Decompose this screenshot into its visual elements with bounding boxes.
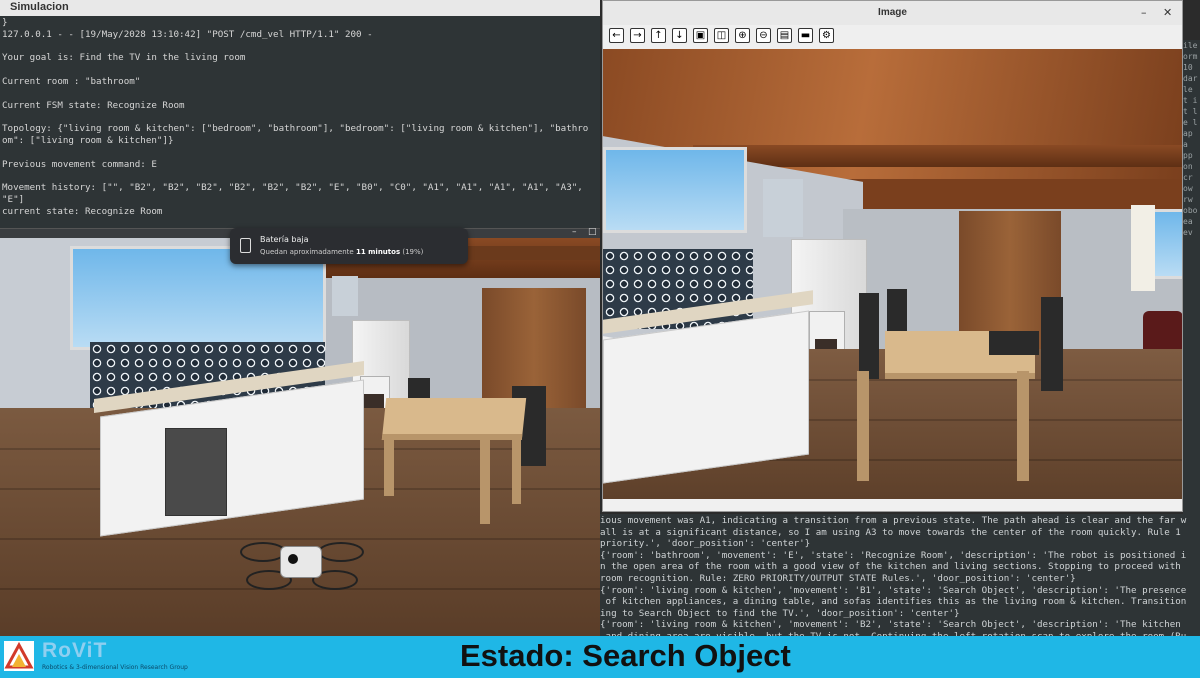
log-line: all is at a significant distance, so I a… — [600, 526, 1181, 538]
drone-robot — [240, 528, 364, 598]
zoom-out-icon[interactable]: ⊖ — [756, 28, 771, 43]
terminal-line: Previous movement command: E — [2, 158, 157, 170]
forward-arrow-icon[interactable]: → — [630, 28, 645, 43]
back-arrow-icon[interactable]: ← — [609, 28, 624, 43]
save-as-icon[interactable]: ▤ — [777, 28, 792, 43]
camera-image-view — [603, 49, 1182, 499]
edge-terminal-line: 10 — [1183, 63, 1193, 72]
up-arrow-icon[interactable]: ↑ — [651, 28, 666, 43]
edge-terminal-line: a — [1183, 140, 1188, 149]
log-line: priority.', 'door_position': 'center'} — [600, 538, 811, 550]
notification-title: Batería baja — [260, 235, 309, 244]
edge-terminal-line: ev — [1183, 228, 1193, 237]
edge-terminal-line: dar — [1183, 74, 1198, 83]
window-title: Image — [878, 7, 907, 18]
logo-name: RoViT — [42, 639, 108, 662]
rovit-logo-icon — [4, 641, 34, 671]
edge-terminal-line: le — [1183, 85, 1193, 94]
minimize-icon[interactable]: – — [572, 227, 577, 237]
terminal-output[interactable]: } 127.0.0.1 - - [19/May/2028 13:10:42] "P… — [0, 16, 600, 228]
simulacion-titlebar[interactable]: Simulacion — [0, 0, 600, 17]
log-line: ious movement was A1, indicating a trans… — [600, 515, 1187, 526]
terminal-line: current state: Recognize Room — [2, 205, 163, 217]
image-window: Image – ✕ ← → ↑ ↓ ▣ ◫ ⊕ ⊖ ▤ ▬ ⚙ — [602, 0, 1183, 512]
simulation-3d-view — [0, 238, 600, 636]
logo-subtitle: Robotics & 3-dimensional Vision Research… — [42, 664, 188, 671]
minimize-icon[interactable]: – — [1141, 6, 1147, 19]
background-terminal-edge: ile orm 10 dar le t i t l e l ap a pp on cr ow rw obo ea… — [1183, 40, 1200, 514]
settings-icon[interactable]: ⚙ — [819, 28, 834, 43]
edge-terminal-line: cr — [1183, 173, 1193, 182]
battery-notification[interactable]: Batería baja Quedan aproximadamente 11 m… — [230, 228, 468, 264]
edge-terminal-line: ow — [1183, 184, 1193, 193]
log-line: room recognition. Rule: ZERO PRIORITY/OU… — [600, 573, 1076, 584]
state-label: Estado: Search Object — [460, 638, 791, 673]
image-toolbar: ← → ↑ ↓ ▣ ◫ ⊕ ⊖ ▤ ▬ ⚙ — [603, 25, 1182, 49]
terminal-line: Your goal is: Find the TV in the living … — [2, 52, 246, 64]
llm-log-output[interactable]: ious movement was A1, indicating a trans… — [600, 514, 1200, 636]
terminal-line: Movement history: ["", "B2", "B2", "B2",… — [2, 182, 583, 194]
log-line: {'room': 'living room & kitchen', 'movem… — [600, 584, 1187, 596]
edge-terminal-line: orm — [1183, 52, 1198, 61]
save-icon[interactable]: ▣ — [693, 28, 708, 43]
terminal-line: 127.0.0.1 - - [19/May/2028 13:10:42] "PO… — [2, 28, 373, 40]
log-line: {'room': 'living room & kitchen', 'movem… — [600, 619, 1181, 631]
battery-icon — [240, 238, 251, 253]
edge-terminal-line: pp — [1183, 151, 1193, 160]
log-line: ing to Search Object to find the TV.', '… — [600, 607, 960, 619]
edge-terminal-line: t l — [1183, 107, 1198, 116]
log-line: of kitchen appliances, a dining table, a… — [600, 596, 1187, 608]
image-titlebar[interactable]: Image – ✕ — [603, 1, 1182, 25]
simulacion-window: Simulacion } 127.0.0.1 - - [19/May/2028 1… — [0, 0, 600, 636]
edge-terminal-line: ap — [1183, 129, 1193, 138]
zoom-in-icon[interactable]: ⊕ — [735, 28, 750, 43]
edge-terminal-line: ile — [1183, 41, 1198, 50]
terminal-line: Current FSM state: Recognize Room — [2, 99, 185, 111]
terminal-line: } — [2, 17, 8, 28]
log-line: {'room': 'bathroom', 'movement': 'E', 's… — [600, 549, 1187, 561]
terminal-line: Topology: {"living room & kitchen": ["be… — [2, 123, 589, 135]
close-icon[interactable]: ✕ — [1163, 6, 1172, 19]
state-banner: RoViT Robotics & 3-dimensional Vision Re… — [0, 636, 1200, 678]
edge-terminal-line: e l — [1183, 118, 1198, 127]
log-line: n the open area of the room with a good … — [600, 561, 1181, 573]
edge-terminal-line: obo — [1183, 206, 1198, 215]
maximize-icon[interactable]: □ — [588, 227, 597, 237]
down-arrow-icon[interactable]: ↓ — [672, 28, 687, 43]
edge-terminal-line: t i — [1183, 96, 1198, 105]
window-title: Simulacion — [10, 1, 69, 13]
notification-body: Quedan aproximadamente 11 minutos (19%) — [260, 248, 424, 256]
terminal-line: Current room : "bathroom" — [2, 76, 141, 87]
terminal-line: "E"] — [2, 194, 25, 205]
edge-terminal-line: rw — [1183, 195, 1193, 204]
terminal-line: om": ["living room & kitchen"]} — [2, 135, 174, 146]
edge-terminal-line: on — [1183, 162, 1193, 171]
edge-terminal-line: ea — [1183, 217, 1193, 226]
image-icon[interactable]: ◫ — [714, 28, 729, 43]
window-icon[interactable]: ▬ — [798, 28, 813, 43]
